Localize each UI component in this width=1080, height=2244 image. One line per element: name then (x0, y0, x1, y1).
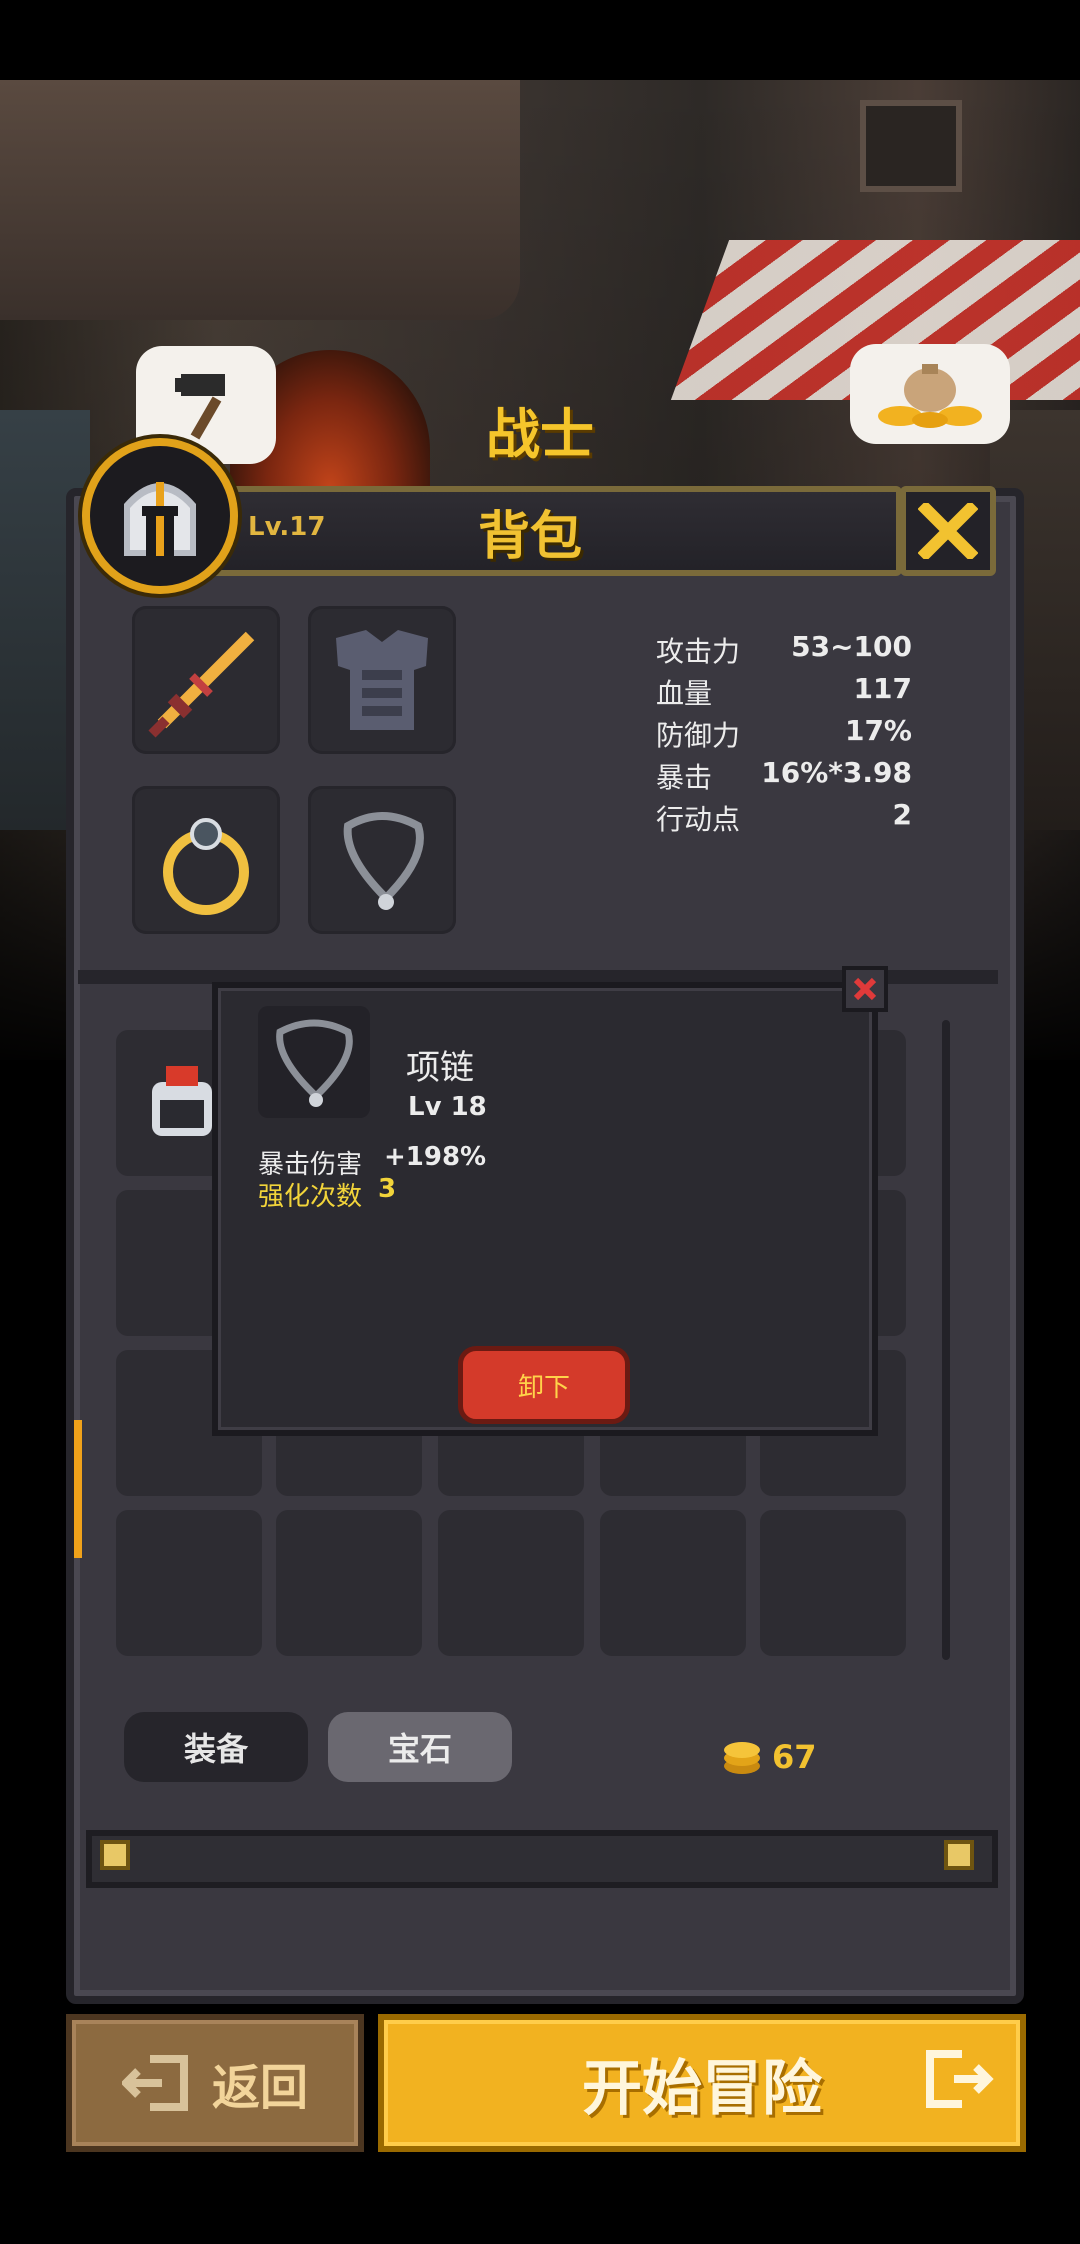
back-button[interactable]: 返回 (66, 2014, 364, 2152)
inventory-cell[interactable] (276, 1510, 422, 1656)
stat-label-attack: 攻击力 (656, 635, 741, 668)
popup-enhance-value: 3 (378, 1174, 397, 1204)
hero-level: Lv.17 (248, 512, 326, 542)
panel-title: 背包 (477, 507, 582, 567)
stat-value-defense: 17% (844, 714, 912, 747)
hammer-icon (175, 374, 225, 440)
necklace-icon (276, 1019, 353, 1107)
tab-gems[interactable]: 宝石 (328, 1712, 512, 1782)
gold-bag-icon (878, 364, 982, 428)
close-x-icon (853, 977, 877, 1001)
popup-attribute-value: +198% (384, 1142, 487, 1172)
sword-icon (148, 631, 255, 738)
stat-label-action-points: 行动点 (656, 803, 741, 836)
stat-value-crit: 16%*3.98 (761, 756, 912, 789)
unequip-button[interactable]: 卸下 (458, 1346, 630, 1424)
panel-bottom-rail (86, 1830, 998, 1888)
inventory-cell[interactable] (438, 1510, 584, 1656)
back-label: 返回 (211, 2060, 308, 2116)
shop-bubble[interactable] (850, 344, 1010, 444)
inventory-cell[interactable] (760, 1510, 906, 1656)
ring-icon (163, 818, 249, 915)
exit-door-icon (121, 2055, 188, 2111)
popup-item-level: Lv 18 (408, 1092, 487, 1122)
stat-value-attack: 53~100 (791, 630, 912, 663)
popup-close-button[interactable] (842, 966, 888, 1012)
side-indicator (74, 1420, 82, 1558)
hero-avatar[interactable] (82, 438, 238, 594)
armor-slot[interactable] (308, 606, 456, 754)
window (860, 100, 962, 192)
rivet (100, 1840, 130, 1870)
stat-value-hp: 117 (853, 672, 912, 705)
hero-class-name: 战士 (486, 403, 594, 466)
weapon-slot[interactable] (132, 606, 280, 754)
inventory-cell[interactable] (116, 1510, 262, 1656)
popup-item-slot (258, 1006, 370, 1118)
necklace-slot[interactable] (308, 786, 456, 934)
gold-amount: 67 (772, 1738, 817, 1776)
building-roof (0, 80, 520, 320)
gold-coin-icon (720, 1734, 764, 1778)
popup-enhance-label: 强化次数 (258, 1182, 363, 1212)
stat-label-defense: 防御力 (656, 719, 741, 752)
necklace-icon (343, 812, 424, 910)
armor-icon (336, 630, 428, 730)
close-x-icon (918, 503, 978, 559)
inventory-cell[interactable] (600, 1510, 746, 1656)
enter-door-icon (926, 2050, 994, 2108)
ring-slot[interactable] (132, 786, 280, 934)
tab-equipment[interactable]: 装备 (124, 1712, 308, 1782)
popup-item-name: 项链 (406, 1048, 474, 1088)
rivet (944, 1840, 974, 1870)
start-adventure-button[interactable]: 开始冒险 (378, 2014, 1026, 2152)
stat-label-hp: 血量 (656, 677, 713, 710)
stat-value-action-points: 2 (892, 798, 912, 831)
panel-close-button[interactable] (900, 486, 996, 576)
start-label: 开始冒险 (582, 2053, 822, 2124)
stat-label-crit: 暴击 (656, 761, 713, 794)
knight-helmet-icon (124, 482, 196, 556)
inventory-scrollbar[interactable] (942, 1020, 950, 1660)
